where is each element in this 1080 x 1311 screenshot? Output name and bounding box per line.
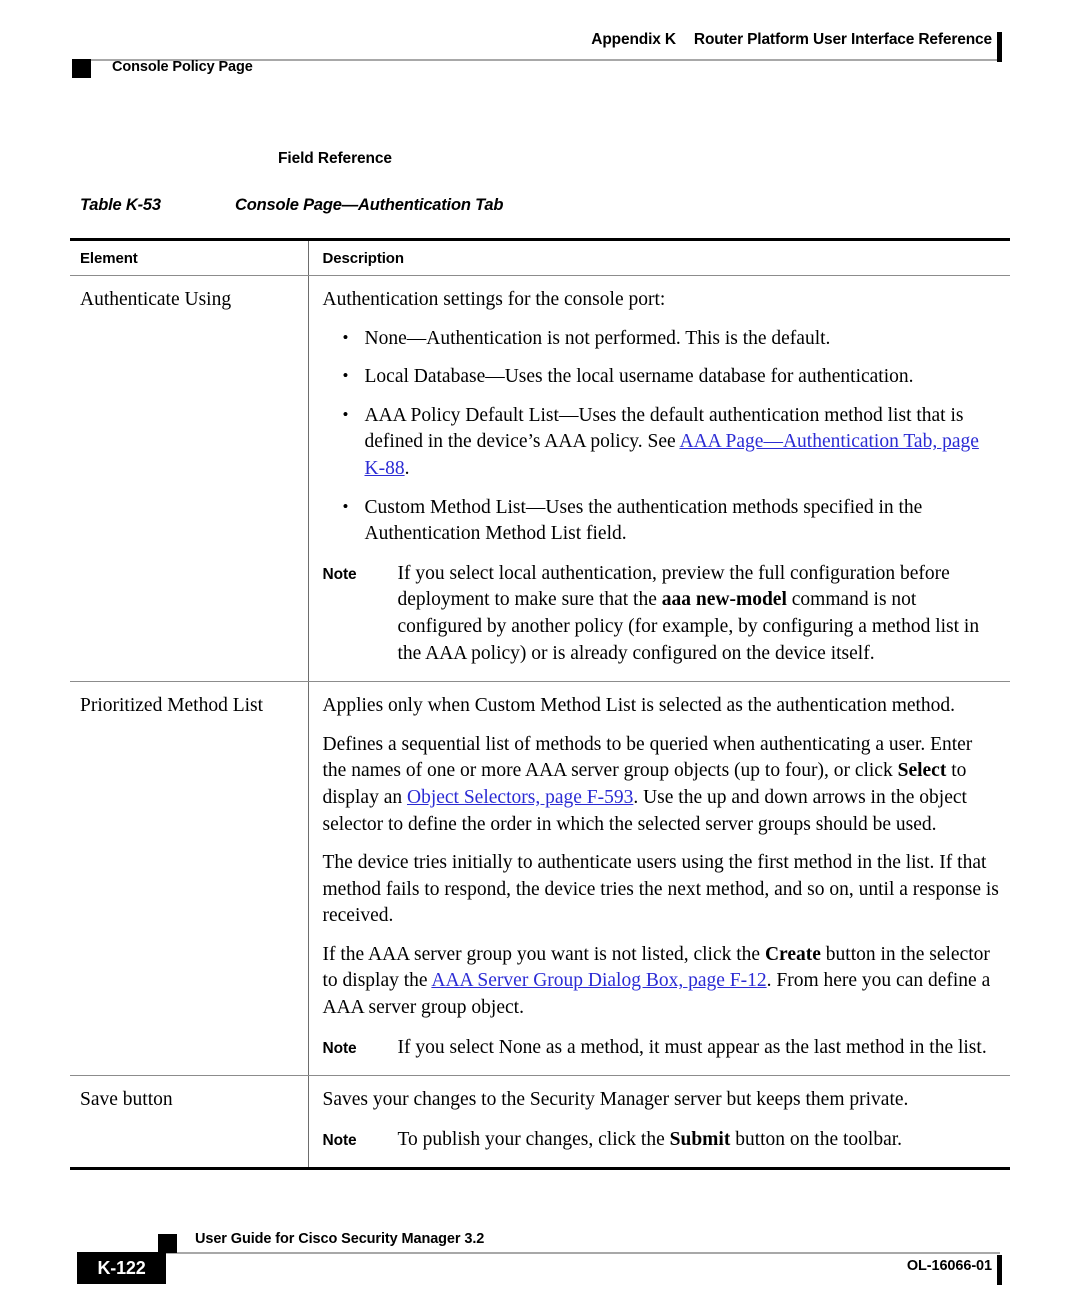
row-description-cell: Authentication settings for the console …: [307, 275, 1010, 683]
note-block: Note To publish your changes, click the S…: [323, 1127, 1001, 1154]
table-caption-title: Console Page—Authentication Tab: [235, 196, 504, 214]
footer-guide-title: User Guide for Cisco Security Manager 3.…: [195, 1231, 485, 1247]
row-element-cell: Prioritized Method List: [70, 681, 308, 1077]
table-caption: Table K-53 Console Page—Authentication Ta…: [80, 196, 1010, 215]
header-appendix-title: Appendix K Router Platform User Interface…: [591, 31, 992, 49]
paragraph-text-a: If the AAA server group you want is not …: [322, 943, 765, 965]
bullet-text: Custom Method List—Uses the authenticati…: [364, 496, 923, 545]
cross-reference-link[interactable]: Object Selectors, page F-593: [407, 787, 633, 808]
list-item: None—Authentication is not performed. Th…: [323, 325, 1001, 353]
header-change-bar: [997, 32, 1002, 62]
list-item: Custom Method List—Uses the authenticati…: [323, 494, 1001, 548]
footer-document-id: OL-16066-01: [906, 1258, 992, 1274]
table-row: Authenticate Using Authentication settin…: [70, 275, 1010, 683]
note-label: Note: [322, 1039, 357, 1057]
page-number: K-122: [97, 1258, 146, 1278]
list-item: AAA Policy Default List—Uses the default…: [323, 402, 1001, 483]
ui-control-name: Select: [897, 760, 947, 782]
element-label: Save button: [80, 1089, 173, 1111]
ui-control-name: Create: [764, 943, 821, 965]
description-paragraph: Defines a sequential list of methods to …: [323, 732, 1001, 838]
note-label: Note: [322, 565, 357, 583]
field-reference-table: Element Description Authenticate Using A…: [70, 238, 1010, 1171]
description-paragraph: Applies only when Custom Method List is …: [322, 695, 956, 717]
bullet-text-post: .: [404, 457, 410, 479]
element-label: Authenticate Using: [80, 289, 232, 310]
footer-change-bar: [997, 1255, 1002, 1285]
paragraph-text-a: Defines a sequential list of methods to …: [322, 733, 973, 782]
footer-bullet-square-icon: [158, 1234, 177, 1253]
bullet-text: None—Authentication is not performed. Th…: [364, 327, 831, 349]
ui-control-name: Submit: [669, 1128, 731, 1150]
description-intro: Authentication settings for the console …: [322, 289, 666, 310]
element-label: Prioritized Method List: [80, 695, 264, 717]
footer-rule: [160, 1252, 1000, 1254]
table-header-row: Element Description: [70, 238, 1010, 276]
list-item: Local Database—Uses the local username d…: [323, 363, 1001, 391]
note-text-pre: To publish your changes, click the: [397, 1128, 670, 1150]
note-label: Note: [322, 1131, 357, 1149]
column-header-element: Element: [70, 238, 308, 276]
column-header-description: Description: [307, 238, 1010, 276]
row-description-cell: Applies only when Custom Method List is …: [307, 681, 1010, 1077]
header-appendix-label: Appendix K: [591, 31, 676, 48]
note-block: Note If you select None as a method, it m…: [323, 1035, 1001, 1062]
field-reference-heading: Field Reference: [278, 150, 392, 167]
note-text-post: button on the toolbar.: [730, 1128, 903, 1150]
row-description-cell: Saves your changes to the Security Manag…: [307, 1075, 1010, 1171]
header-bullet-square-icon: [72, 59, 91, 78]
header-appendix-name: Router Platform User Interface Reference: [693, 31, 992, 48]
note-text: If you select None as a method, it must …: [397, 1036, 987, 1058]
description-paragraph: Saves your changes to the Security Manag…: [322, 1089, 909, 1111]
row-element-cell: Save button: [70, 1075, 308, 1171]
table-row: Save button Saves your changes to the Se…: [70, 1075, 1010, 1171]
bullet-text: Local Database—Uses the local username d…: [364, 366, 914, 388]
page-running-header: Appendix K Router Platform User Interface…: [0, 0, 1080, 95]
header-section-title: Console Policy Page: [112, 59, 253, 75]
table-caption-number: Table K-53: [80, 196, 161, 214]
cross-reference-link[interactable]: AAA Server Group Dialog Box, page F-12: [431, 970, 766, 991]
description-paragraph: If the AAA server group you want is not …: [323, 942, 1001, 1022]
note-command-text: aaa new-model: [661, 589, 787, 611]
note-block: Note If you select local authentication, …: [323, 561, 1001, 667]
bullet-list: None—Authentication is not performed. Th…: [323, 325, 1001, 548]
description-paragraph: The device tries initially to authentica…: [322, 852, 999, 927]
table-row: Prioritized Method List Applies only whe…: [70, 681, 1010, 1077]
row-element-cell: Authenticate Using: [70, 275, 308, 683]
